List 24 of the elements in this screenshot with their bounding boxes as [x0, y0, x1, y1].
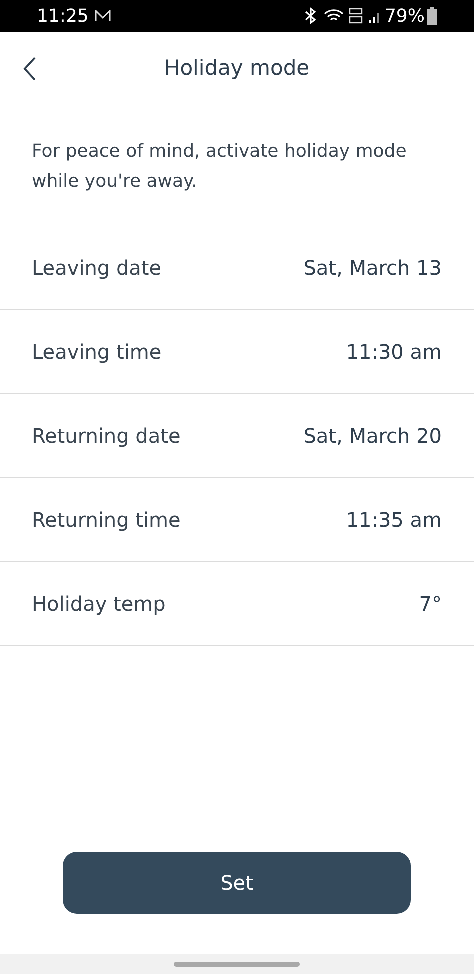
back-icon	[23, 57, 37, 81]
setting-row[interactable]: Leaving date Sat, March 13	[0, 226, 474, 310]
status-time: 11:25	[37, 4, 89, 28]
setting-label: Leaving date	[32, 254, 162, 282]
screen-title: Holiday mode	[164, 54, 310, 82]
intro-text: For peace of mind, activate holiday mode while you're away.	[31, 140, 408, 194]
setting-value: 11:30 am	[346, 338, 442, 366]
battery-icon	[427, 7, 437, 25]
battery-percentage: 79%	[384, 4, 425, 28]
set-button[interactable]: Set	[63, 852, 411, 914]
setting-row[interactable]: Leaving time 11:30 am	[0, 310, 474, 394]
setting-label: Holiday temp	[32, 590, 166, 618]
setting-value: Sat, March 13	[304, 254, 442, 282]
setting-label: Returning date	[32, 422, 181, 450]
setting-label: Leaving time	[32, 338, 162, 366]
setting-row[interactable]: Holiday temp 7°	[0, 562, 474, 646]
setting-value: Sat, March 20	[304, 422, 442, 450]
setting-row[interactable]: Returning time 11:35 am	[0, 478, 474, 562]
setting-row[interactable]: Returning date Sat, March 20	[0, 394, 474, 478]
setting-value: 11:35 am	[346, 506, 442, 534]
bluetooth-icon	[304, 7, 318, 25]
setting-label: Returning time	[32, 506, 181, 534]
setting-value: 7°	[419, 590, 442, 618]
mail-icon	[94, 10, 111, 22]
